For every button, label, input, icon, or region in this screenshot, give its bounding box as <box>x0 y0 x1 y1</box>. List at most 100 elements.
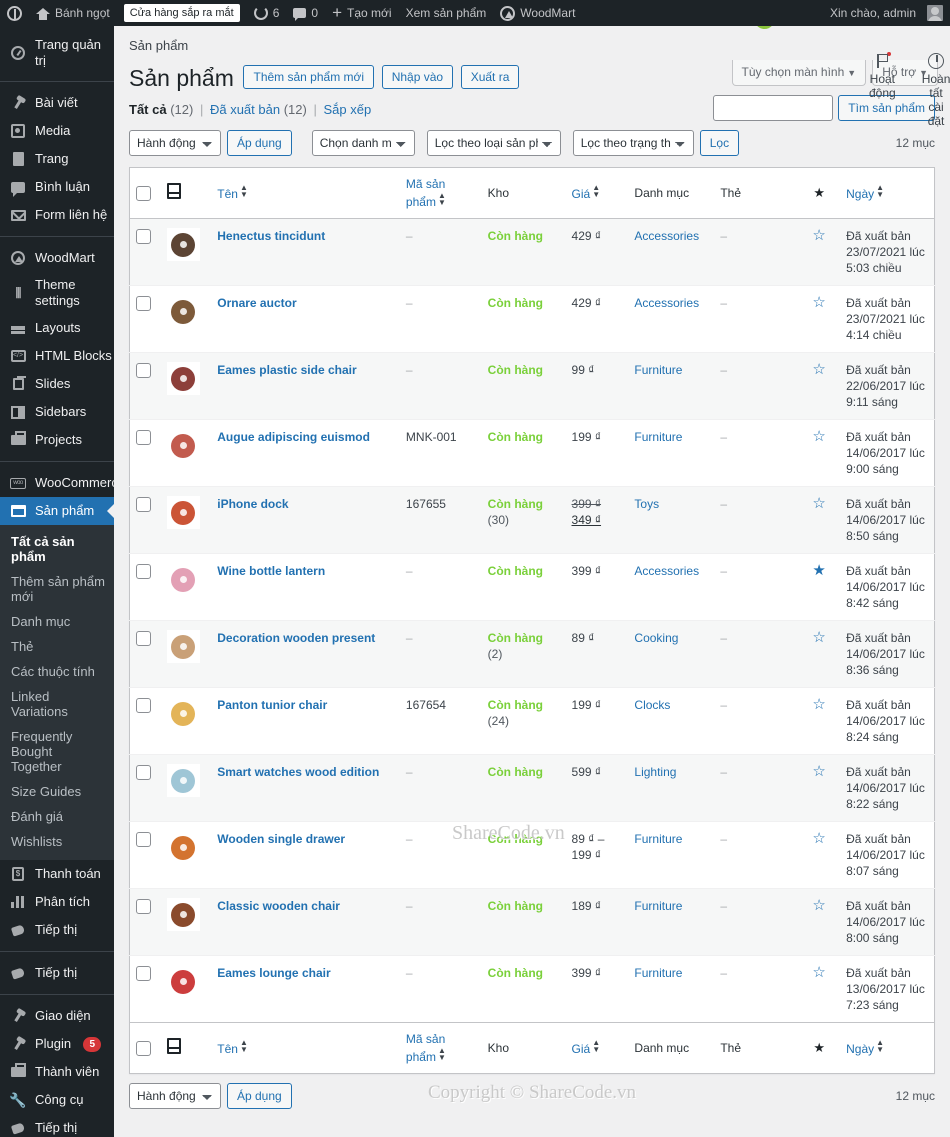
product-name-link[interactable]: Smart watches wood edition <box>217 765 379 779</box>
sidebar-item-analytics[interactable]: Phân tích <box>0 888 114 916</box>
my-account-menu[interactable]: Xin chào, admin <box>823 0 950 26</box>
sidebar-item-sidebars[interactable]: Sidebars <box>0 398 114 426</box>
submenu-item-reviews[interactable]: Đánh giá <box>0 804 114 829</box>
sidebar-item-users[interactable]: Thành viên <box>0 1058 114 1086</box>
submenu-item-attributes[interactable]: Các thuộc tính <box>0 659 114 684</box>
product-thumbnail[interactable] <box>166 697 200 730</box>
row-checkbox[interactable] <box>136 363 151 379</box>
featured-toggle[interactable] <box>812 428 825 445</box>
product-name-link[interactable]: Panton tunior chair <box>217 698 327 712</box>
name-header[interactable]: Tên ▲ ▼ <box>211 167 400 219</box>
search-input[interactable] <box>713 95 834 121</box>
bulk-action-select-top[interactable]: Hành động <box>129 130 221 156</box>
category-filter-select[interactable]: Chọn danh mục <box>311 130 415 156</box>
site-name-menu[interactable]: Bánh ngọt <box>29 0 117 26</box>
product-thumbnail[interactable] <box>166 496 200 529</box>
product-name-link[interactable]: Ornare auctor <box>217 296 296 310</box>
row-checkbox[interactable] <box>136 899 151 915</box>
sidebar-item-contact-form[interactable]: Form liên hệ <box>0 201 114 229</box>
submenu-item-wishlists[interactable]: Wishlists <box>0 829 114 854</box>
featured-toggle[interactable] <box>812 495 825 512</box>
product-category-link[interactable]: Furniture <box>634 430 682 444</box>
apply-bulk-action-top[interactable]: Áp dụng <box>227 130 292 156</box>
sidebar-item-appearance[interactable]: Giao diện <box>0 1002 114 1030</box>
featured-toggle[interactable] <box>812 897 825 914</box>
product-category-link[interactable]: Lighting <box>634 765 676 779</box>
submenu-item-size-guides[interactable]: Size Guides <box>0 779 114 804</box>
woodmart-menu[interactable]: WoodMart <box>493 0 582 26</box>
product-name-link[interactable]: Decoration wooden present <box>217 631 375 645</box>
sidebar-item-woocommerce[interactable]: woo WooCommerce <box>0 469 114 497</box>
sidebar-item-layouts[interactable]: Layouts <box>0 314 114 342</box>
sidebar-item-marketing-3[interactable]: Tiếp thị <box>0 1114 114 1137</box>
apply-bulk-action-bottom[interactable]: Áp dụng <box>227 1083 292 1109</box>
table-row[interactable]: Augue adipiscing euismod MNK-001 Còn hàng … <box>129 420 935 487</box>
featured-toggle[interactable] <box>812 361 825 378</box>
product-category-link[interactable]: Cooking <box>634 631 678 645</box>
submenu-item-tags[interactable]: Thẻ <box>0 634 114 659</box>
view-link-sort[interactable]: Sắp xếp <box>323 102 371 117</box>
table-row[interactable]: Panton tunior chair 167654 Còn hàng (24) 19… <box>129 688 935 755</box>
table-row[interactable]: Wine bottle lantern – Còn hàng 399 ₫ Access… <box>129 554 935 621</box>
product-category-link[interactable]: Clocks <box>634 698 670 712</box>
price-header[interactable]: Giá ▲ ▼ <box>565 167 629 219</box>
sidebar-item-dashboard[interactable]: Trang quản trị <box>0 32 114 74</box>
bulk-action-select-bottom[interactable]: Hành động <box>129 1083 221 1109</box>
featured-toggle[interactable] <box>812 696 825 713</box>
product-thumbnail[interactable] <box>166 429 200 462</box>
screen-options-tab[interactable]: Tùy chọn màn hình ▼ <box>731 60 867 86</box>
stock-status-filter-select[interactable]: Lọc theo trạng thái kho <box>572 130 694 156</box>
product-name-link[interactable]: Augue adipiscing euismod <box>217 430 370 444</box>
wp-logo-menu[interactable] <box>0 0 29 26</box>
sidebar-item-products[interactable]: Sản phẩm <box>0 497 114 525</box>
name-header-footer[interactable]: Tên ▲ ▼ <box>211 1022 400 1074</box>
product-category-link[interactable]: Furniture <box>634 363 682 377</box>
product-thumbnail[interactable] <box>166 630 200 663</box>
product-name-link[interactable]: iPhone dock <box>217 497 288 511</box>
product-category-link[interactable]: Furniture <box>634 832 682 846</box>
product-category-link[interactable]: Furniture <box>634 966 682 980</box>
product-name-link[interactable]: Wooden single drawer <box>217 832 345 846</box>
submenu-item-categories[interactable]: Danh mục <box>0 609 114 634</box>
import-button[interactable]: Nhập vào <box>381 65 454 89</box>
product-thumbnail[interactable] <box>166 764 200 797</box>
price-header-footer[interactable]: Giá ▲ ▼ <box>565 1022 629 1074</box>
submenu-item-frequently-bought-together[interactable]: Frequently Bought Together <box>0 724 114 779</box>
submenu-item-linked-variations[interactable]: Linked Variations <box>0 684 114 724</box>
comments-menu[interactable]: 0 <box>286 0 325 26</box>
table-row[interactable]: Wooden single drawer – Còn hàng 89 ₫ – 199… <box>129 822 935 889</box>
featured-toggle[interactable] <box>812 830 825 847</box>
date-header[interactable]: Ngày ▲ ▼ <box>840 167 935 219</box>
view-link-published[interactable]: Đã xuất bản <box>210 102 280 117</box>
activity-panel-button[interactable]: Hoạt động <box>869 50 896 128</box>
product-name-link[interactable]: Henectus tincidunt <box>217 229 325 243</box>
table-row[interactable]: Classic wooden chair – Còn hàng 189 ₫ Furni… <box>129 888 935 956</box>
table-row[interactable]: Decoration wooden present – Còn hàng (2) 89… <box>129 620 935 688</box>
table-row[interactable]: Smart watches wood edition – Còn hàng 599 … <box>129 754 935 822</box>
row-checkbox[interactable] <box>136 832 151 848</box>
table-row[interactable]: Eames plastic side chair – Còn hàng 99 ₫ Fu… <box>129 352 935 420</box>
updates-menu[interactable]: 6 <box>247 0 287 26</box>
row-checkbox[interactable] <box>136 631 151 647</box>
view-shop-link[interactable]: Xem sản phẩm <box>399 0 494 26</box>
featured-toggle[interactable] <box>812 629 825 646</box>
product-thumbnail[interactable] <box>166 362 200 395</box>
featured-toggle[interactable] <box>812 964 825 981</box>
table-row[interactable]: Eames lounge chair – Còn hàng 399 ₫ Furnitu… <box>129 956 935 1023</box>
select-all-checkbox-bottom[interactable] <box>136 1041 151 1057</box>
sidebar-item-posts[interactable]: Bài viết <box>0 89 114 117</box>
product-name-link[interactable]: Wine bottle lantern <box>217 564 325 578</box>
sidebar-item-plugins[interactable]: Plugin 5 <box>0 1030 114 1058</box>
table-row[interactable]: Ornare auctor – Còn hàng 429 ₫ Accessories –… <box>129 286 935 353</box>
featured-toggle[interactable] <box>812 562 825 579</box>
sort-name-label[interactable]: Tên <box>217 1042 238 1056</box>
product-category-link[interactable]: Accessories <box>634 296 699 310</box>
sidebar-item-theme-settings[interactable]: ⦀ Theme settings <box>0 272 114 314</box>
sidebar-item-media[interactable]: Media <box>0 117 114 145</box>
sku-header-footer[interactable]: Mã sản phẩm ▲ ▼ <box>399 1022 482 1074</box>
product-name-link[interactable]: Eames plastic side chair <box>217 363 356 377</box>
sort-date-label[interactable]: Ngày <box>846 187 874 201</box>
product-thumbnail[interactable] <box>166 898 200 931</box>
sidebar-item-html-blocks[interactable]: </> HTML Blocks <box>0 342 114 370</box>
product-name-link[interactable]: Eames lounge chair <box>217 966 330 980</box>
